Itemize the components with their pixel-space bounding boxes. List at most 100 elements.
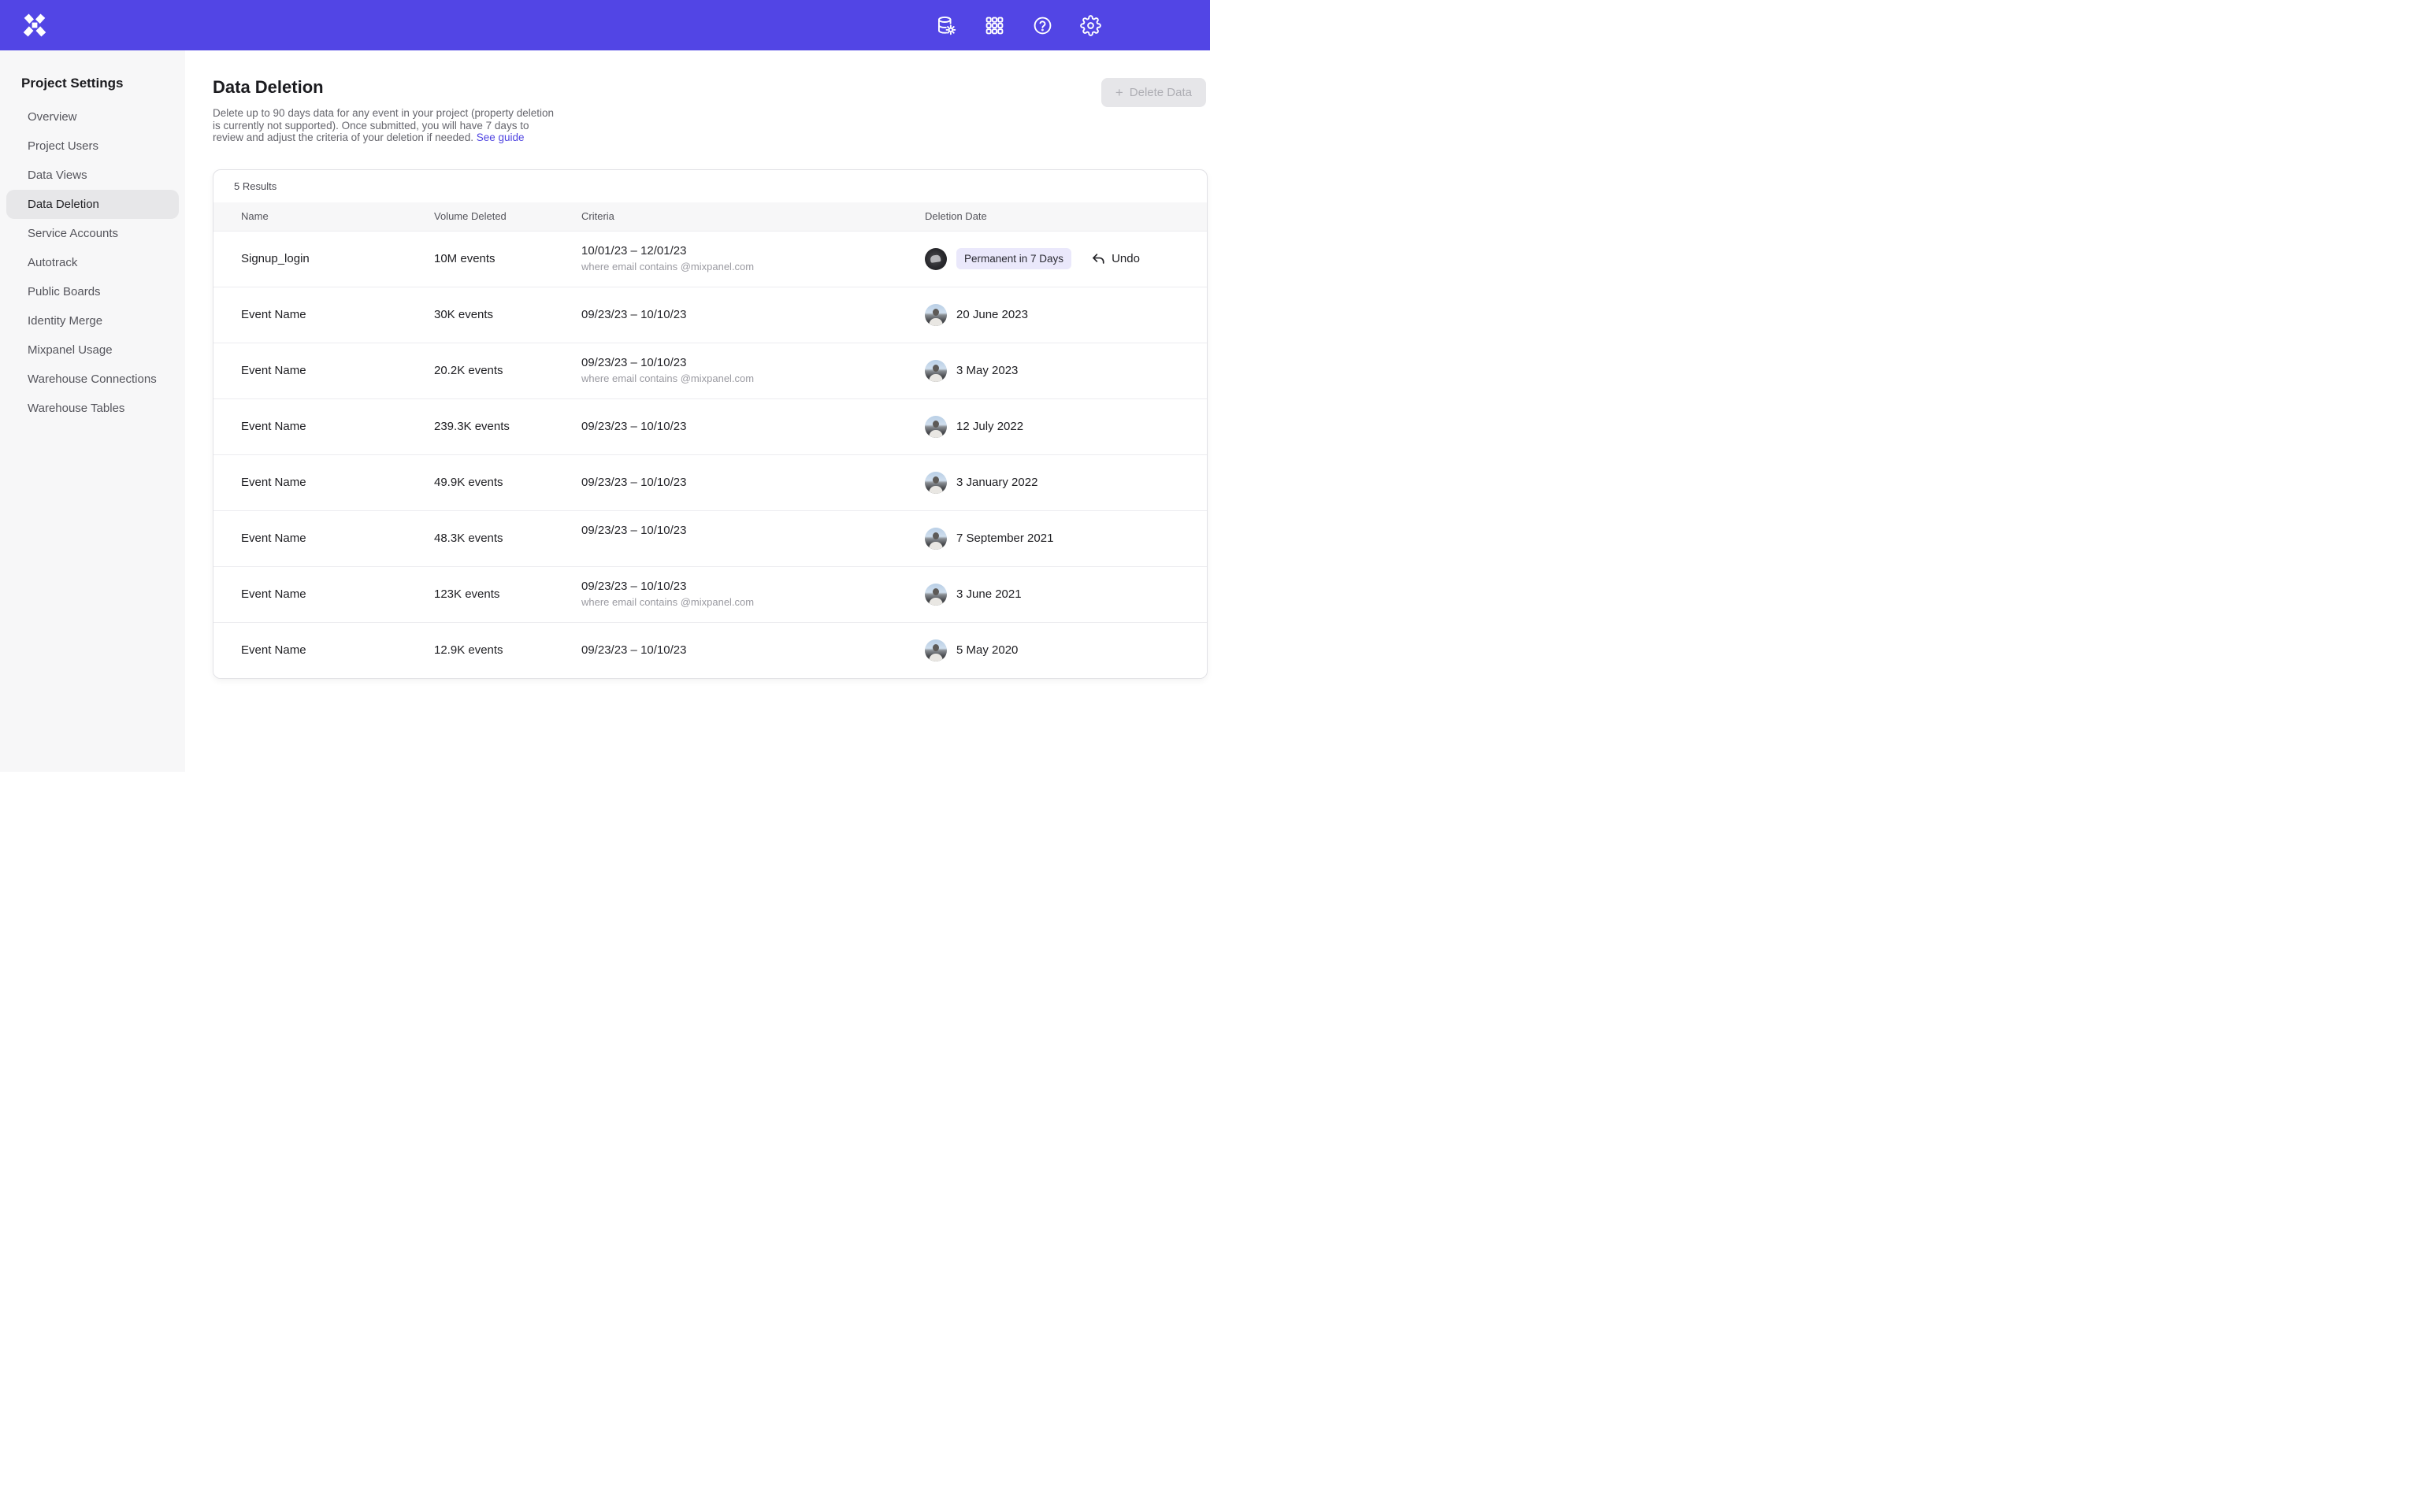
- table-row: Event Name 12.9K events 09/23/23 – 10/10…: [213, 622, 1207, 678]
- deletion-date-cell: Permanent in 7 Days Undo: [925, 248, 1207, 270]
- sidebar-item-mixpanel-usage[interactable]: Mixpanel Usage: [6, 335, 179, 365]
- column-header-criteria: Criteria: [581, 210, 925, 222]
- sidebar-item-autotrack[interactable]: Autotrack: [6, 248, 179, 277]
- event-name-cell: Event Name: [241, 532, 434, 545]
- criteria-date-range: 09/23/23 – 10/10/23: [581, 476, 925, 489]
- person-photo-avatar: [925, 360, 947, 382]
- delete-data-button-label: Delete Data: [1130, 86, 1192, 99]
- person-photo-avatar: [925, 416, 947, 438]
- criteria-filter-text: where email contains @mixpanel.com: [581, 372, 925, 386]
- sidebar-item-overview[interactable]: Overview: [6, 102, 179, 132]
- undo-arrow-icon: [1090, 251, 1105, 266]
- criteria-cell: 09/23/23 – 10/10/23: [581, 524, 925, 554]
- table-row: Event Name 20.2K events 09/23/23 – 10/10…: [213, 343, 1207, 398]
- criteria-cell: 09/23/23 – 10/10/23: [581, 476, 925, 489]
- data-management-icon[interactable]: [936, 15, 957, 36]
- person-photo-avatar: [925, 639, 947, 662]
- volume-deleted-cell: 123K events: [434, 587, 581, 601]
- topbar-icon-group: [936, 15, 1101, 36]
- help-icon[interactable]: [1032, 15, 1053, 36]
- plus-icon: +: [1115, 86, 1123, 99]
- event-name-cell: Signup_login: [241, 252, 434, 265]
- table-body: Signup_login 10M events 10/01/23 – 12/01…: [213, 231, 1207, 678]
- table-row: Signup_login 10M events 10/01/23 – 12/01…: [213, 231, 1207, 287]
- person-photo-avatar: [925, 304, 947, 326]
- deletion-date-cell: 3 May 2023: [925, 360, 1207, 382]
- criteria-filter-text: [581, 540, 925, 554]
- deletion-date-text: 20 June 2023: [956, 308, 1028, 321]
- results-count: 5 Results: [234, 180, 277, 192]
- criteria-date-range: 09/23/23 – 10/10/23: [581, 308, 925, 321]
- scooter-photo-avatar: [925, 248, 947, 270]
- sidebar-item-service-accounts[interactable]: Service Accounts: [6, 219, 179, 248]
- criteria-cell: 10/01/23 – 12/01/23 where email contains…: [581, 244, 925, 274]
- main-content: Data Deletion Delete up to 90 days data …: [185, 50, 1210, 772]
- sidebar-nav-list: OverviewProject UsersData ViewsData Dele…: [0, 102, 179, 423]
- page-title: Data Deletion: [213, 77, 1210, 98]
- event-name-cell: Event Name: [241, 643, 434, 657]
- deletion-date-text: 3 June 2021: [956, 587, 1022, 601]
- settings-gear-icon[interactable]: [1080, 15, 1101, 36]
- deletion-date-text: 7 September 2021: [956, 532, 1053, 545]
- sidebar-item-identity-merge[interactable]: Identity Merge: [6, 306, 179, 335]
- deletion-date-text: 3 May 2023: [956, 364, 1018, 377]
- deletion-date-cell: 7 September 2021: [925, 528, 1207, 550]
- criteria-date-range: 09/23/23 – 10/10/23: [581, 643, 925, 657]
- criteria-date-range: 09/23/23 – 10/10/23: [581, 356, 925, 369]
- sidebar-title: Project Settings: [0, 76, 179, 102]
- deletion-date-cell: 20 June 2023: [925, 304, 1207, 326]
- deletion-requests-card: 5 Results Name Volume Deleted Criteria D…: [213, 169, 1208, 679]
- volume-deleted-cell: 49.9K events: [434, 476, 581, 489]
- sidebar-item-warehouse-connections[interactable]: Warehouse Connections: [6, 365, 179, 394]
- delete-data-button[interactable]: + Delete Data: [1101, 78, 1206, 107]
- criteria-cell: 09/23/23 – 10/10/23: [581, 308, 925, 321]
- apps-grid-icon[interactable]: [984, 15, 1005, 36]
- volume-deleted-cell: 10M events: [434, 252, 581, 265]
- criteria-date-range: 09/23/23 – 10/10/23: [581, 580, 925, 593]
- top-navigation-bar: [0, 0, 1210, 50]
- criteria-date-range: 09/23/23 – 10/10/23: [581, 420, 925, 433]
- sidebar-item-project-users[interactable]: Project Users: [6, 132, 179, 161]
- table-row: Event Name 48.3K events 09/23/23 – 10/10…: [213, 510, 1207, 566]
- mixpanel-logo-icon[interactable]: [21, 12, 48, 39]
- criteria-date-range: 09/23/23 – 10/10/23: [581, 524, 925, 537]
- volume-deleted-cell: 12.9K events: [434, 643, 581, 657]
- deletion-date-text: 12 July 2022: [956, 420, 1023, 433]
- table-row: Event Name 123K events 09/23/23 – 10/10/…: [213, 566, 1207, 622]
- sidebar-item-data-views[interactable]: Data Views: [6, 161, 179, 190]
- event-name-cell: Event Name: [241, 420, 434, 433]
- table-row: Event Name 49.9K events 09/23/23 – 10/10…: [213, 454, 1207, 510]
- deletion-date-cell: 3 January 2022: [925, 472, 1207, 494]
- deletion-date-text: 5 May 2020: [956, 643, 1018, 657]
- sidebar-item-public-boards[interactable]: Public Boards: [6, 277, 179, 306]
- results-row: 5 Results: [213, 170, 1207, 202]
- page-description: Delete up to 90 days data for any event …: [213, 107, 559, 144]
- table-row: Event Name 30K events 09/23/23 – 10/10/2…: [213, 287, 1207, 343]
- undo-button[interactable]: Undo: [1090, 251, 1140, 266]
- volume-deleted-cell: 239.3K events: [434, 420, 581, 433]
- person-photo-avatar: [925, 528, 947, 550]
- event-name-cell: Event Name: [241, 587, 434, 601]
- criteria-cell: 09/23/23 – 10/10/23: [581, 420, 925, 433]
- deletion-date-cell: 5 May 2020: [925, 639, 1207, 662]
- table-header-row: Name Volume Deleted Criteria Deletion Da…: [213, 202, 1207, 231]
- person-photo-avatar: [925, 472, 947, 494]
- sidebar-item-warehouse-tables[interactable]: Warehouse Tables: [6, 394, 179, 423]
- event-name-cell: Event Name: [241, 308, 434, 321]
- settings-sidebar: Project Settings OverviewProject UsersDa…: [0, 50, 185, 772]
- criteria-filter-text: where email contains @mixpanel.com: [581, 596, 925, 610]
- volume-deleted-cell: 30K events: [434, 308, 581, 321]
- permanent-status-badge: Permanent in 7 Days: [956, 248, 1071, 269]
- sidebar-item-data-deletion[interactable]: Data Deletion: [6, 190, 179, 219]
- see-guide-link[interactable]: See guide: [477, 132, 525, 143]
- volume-deleted-cell: 20.2K events: [434, 364, 581, 377]
- deletion-date-cell: 3 June 2021: [925, 584, 1207, 606]
- column-header-volume-deleted: Volume Deleted: [434, 210, 581, 222]
- table-row: Event Name 239.3K events 09/23/23 – 10/1…: [213, 398, 1207, 454]
- undo-label: Undo: [1112, 252, 1140, 265]
- deletion-date-text: 3 January 2022: [956, 476, 1037, 489]
- column-header-name: Name: [241, 210, 434, 222]
- criteria-cell: 09/23/23 – 10/10/23 where email contains…: [581, 580, 925, 610]
- person-photo-avatar: [925, 584, 947, 606]
- criteria-date-range: 10/01/23 – 12/01/23: [581, 244, 925, 258]
